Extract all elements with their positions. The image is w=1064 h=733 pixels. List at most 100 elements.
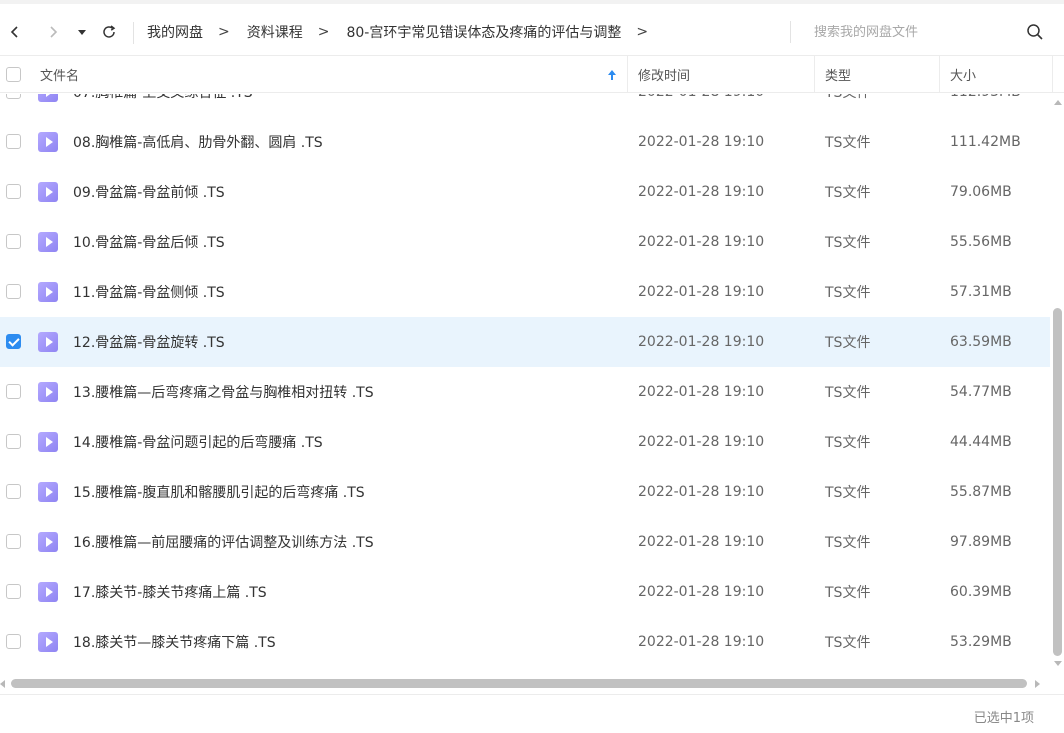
- file-row[interactable]: 07.胸椎篇-上交叉综合征 .TS 2022-01-28 19:10 TS文件 112…: [0, 94, 1050, 117]
- vertical-scrollbar[interactable]: [1052, 94, 1064, 674]
- file-row[interactable]: 14.腰椎篇-骨盆问题引起的后弯腰痛 .TS 2022-01-28 19:10 TS…: [0, 417, 1050, 467]
- breadcrumb: 我的网盘 > 资料课程 > 80-宫环宇常见错误体态及疼痛的评估与调整 >: [147, 8, 665, 56]
- file-row[interactable]: 10.骨盆篇-骨盆后倾 .TS 2022-01-28 19:10 TS文件 55.56…: [0, 217, 1050, 267]
- search-icon[interactable]: [1026, 23, 1044, 41]
- file-row[interactable]: 18.膝关节—膝关节疼痛下篇 .TS 2022-01-28 19:10 TS文件 53…: [0, 617, 1050, 667]
- video-file-icon: [38, 532, 58, 552]
- file-size: 55.87MB: [950, 484, 1012, 500]
- breadcrumb-item-current-folder[interactable]: 80-宫环宇常见错误体态及疼痛的评估与调整: [346, 22, 621, 42]
- file-row[interactable]: 15.腰椎篇-腹直肌和髂腰肌引起的后弯疼痛 .TS 2022-01-28 19:1…: [0, 467, 1050, 517]
- row-checkbox[interactable]: [6, 634, 21, 649]
- vertical-scroll-thumb[interactable]: [1053, 308, 1062, 656]
- file-list-header: 文件名 修改时间 类型 大小: [0, 56, 1064, 93]
- file-list: 07.胸椎篇-上交叉综合征 .TS 2022-01-28 19:10 TS文件 112…: [0, 94, 1050, 674]
- file-row[interactable]: 12.骨盆篇-骨盆旋转 .TS 2022-01-28 19:10 TS文件 63.59…: [0, 317, 1050, 367]
- file-type: TS文件: [825, 485, 871, 501]
- file-type: TS文件: [825, 585, 871, 601]
- file-modified-time: 2022-01-28 19:10: [638, 234, 765, 250]
- file-row[interactable]: 11.骨盆篇-骨盆侧倾 .TS 2022-01-28 19:10 TS文件 57.31…: [0, 267, 1050, 317]
- file-size: 111.42MB: [950, 134, 1021, 150]
- column-header-name-label: 文件名: [40, 69, 80, 84]
- file-name[interactable]: 10.骨盆篇-骨盆后倾 .TS: [73, 217, 225, 267]
- file-size: 63.59MB: [950, 334, 1012, 350]
- sort-arrow-up-icon[interactable]: [607, 56, 617, 93]
- file-modified-time: 2022-01-28 19:10: [638, 284, 765, 300]
- video-file-icon: [38, 632, 58, 652]
- file-modified-time: 2022-01-28 19:10: [638, 384, 765, 400]
- select-all-cell: [6, 56, 21, 93]
- select-all-checkbox[interactable]: [6, 67, 21, 82]
- column-divider[interactable]: [939, 56, 940, 93]
- row-checkbox[interactable]: [6, 184, 21, 199]
- column-divider[interactable]: [814, 56, 815, 93]
- history-dropdown-button[interactable]: [70, 8, 94, 56]
- row-checkbox[interactable]: [6, 134, 21, 149]
- file-type: TS文件: [825, 185, 871, 201]
- selection-count: 已选中1项: [973, 711, 1034, 726]
- column-header-name[interactable]: 文件名: [40, 56, 79, 93]
- file-row[interactable]: 13.腰椎篇—后弯疼痛之骨盆与胸椎相对扭转 .TS 2022-01-28 19:1…: [0, 367, 1050, 417]
- file-type: TS文件: [825, 535, 871, 551]
- file-name[interactable]: 13.腰椎篇—后弯疼痛之骨盆与胸椎相对扭转 .TS: [73, 367, 374, 417]
- refresh-button[interactable]: [96, 8, 122, 56]
- file-type: TS文件: [825, 285, 871, 301]
- column-header-type-label: 类型: [825, 69, 852, 84]
- scroll-left-icon[interactable]: [0, 680, 5, 688]
- file-modified-time: 2022-01-28 19:10: [638, 484, 765, 500]
- file-modified-time: 2022-01-28 19:10: [638, 534, 765, 550]
- file-row[interactable]: 16.腰椎篇—前屈腰痛的评估调整及训练方法 .TS 2022-01-28 19:1…: [0, 517, 1050, 567]
- row-checkbox[interactable]: [6, 484, 21, 499]
- column-header-type[interactable]: 类型: [825, 56, 851, 93]
- column-divider[interactable]: [627, 56, 628, 93]
- scroll-down-icon[interactable]: [1054, 661, 1062, 666]
- scroll-right-icon[interactable]: [1035, 680, 1040, 688]
- row-checkbox[interactable]: [6, 584, 21, 599]
- column-header-modified[interactable]: 修改时间: [638, 56, 690, 93]
- column-header-size[interactable]: 大小: [950, 56, 976, 93]
- row-checkbox[interactable]: [6, 94, 21, 99]
- file-size: 57.31MB: [950, 284, 1012, 300]
- file-type: TS文件: [825, 335, 871, 351]
- file-type: TS文件: [825, 94, 870, 117]
- back-button[interactable]: [2, 8, 28, 56]
- file-modified-time: 2022-01-28 19:10: [638, 634, 765, 650]
- row-checkbox[interactable]: [6, 334, 21, 349]
- refresh-icon: [103, 25, 116, 38]
- file-name[interactable]: 09.骨盆篇-骨盆前倾 .TS: [73, 167, 225, 217]
- horizontal-scroll-thumb[interactable]: [11, 679, 1027, 688]
- file-name[interactable]: 16.腰椎篇—前屈腰痛的评估调整及训练方法 .TS: [73, 517, 374, 567]
- file-name[interactable]: 17.膝关节-膝关节疼痛上篇 .TS: [73, 567, 267, 617]
- scroll-up-icon[interactable]: [1054, 100, 1062, 105]
- column-header-size-label: 大小: [950, 69, 977, 84]
- file-type: TS文件: [825, 435, 871, 451]
- file-name[interactable]: 07.胸椎篇-上交叉综合征 .TS: [73, 94, 253, 117]
- search-box: [790, 8, 1064, 56]
- horizontal-scrollbar[interactable]: [0, 676, 1050, 692]
- file-row[interactable]: 08.胸椎篇-高低肩、肋骨外翻、圆肩 .TS 2022-01-28 19:10 TS…: [0, 117, 1050, 167]
- row-checkbox[interactable]: [6, 534, 21, 549]
- file-type: TS文件: [825, 135, 871, 151]
- breadcrumb-item-courses[interactable]: 资料课程: [247, 22, 303, 42]
- file-name[interactable]: 18.膝关节—膝关节疼痛下篇 .TS: [73, 617, 276, 667]
- file-list-rows: 07.胸椎篇-上交叉综合征 .TS 2022-01-28 19:10 TS文件 112…: [0, 94, 1050, 667]
- row-checkbox[interactable]: [6, 434, 21, 449]
- row-checkbox[interactable]: [6, 284, 21, 299]
- row-checkbox[interactable]: [6, 234, 21, 249]
- file-name[interactable]: 08.胸椎篇-高低肩、肋骨外翻、圆肩 .TS: [73, 117, 323, 167]
- file-name[interactable]: 11.骨盆篇-骨盆侧倾 .TS: [73, 267, 225, 317]
- file-type: TS文件: [825, 385, 871, 401]
- row-checkbox[interactable]: [6, 384, 21, 399]
- file-name[interactable]: 15.腰椎篇-腹直肌和髂腰肌引起的后弯疼痛 .TS: [73, 467, 365, 517]
- file-modified-time: 2022-01-28 19:10: [638, 584, 765, 600]
- column-divider[interactable]: [1052, 56, 1053, 93]
- breadcrumb-separator: >: [317, 24, 330, 40]
- file-name[interactable]: 12.骨盆篇-骨盆旋转 .TS: [73, 317, 225, 367]
- file-name[interactable]: 14.腰椎篇-骨盆问题引起的后弯腰痛 .TS: [73, 417, 323, 467]
- breadcrumb-item-root[interactable]: 我的网盘: [147, 22, 203, 42]
- file-row[interactable]: 17.膝关节-膝关节疼痛上篇 .TS 2022-01-28 19:10 TS文件 60…: [0, 567, 1050, 617]
- file-row[interactable]: 09.骨盆篇-骨盆前倾 .TS 2022-01-28 19:10 TS文件 79.06…: [0, 167, 1050, 217]
- forward-button[interactable]: [40, 8, 66, 56]
- search-input[interactable]: [814, 24, 1014, 40]
- file-modified-time: 2022-01-28 19:10: [638, 94, 764, 117]
- breadcrumb-separator[interactable]: >: [636, 24, 648, 40]
